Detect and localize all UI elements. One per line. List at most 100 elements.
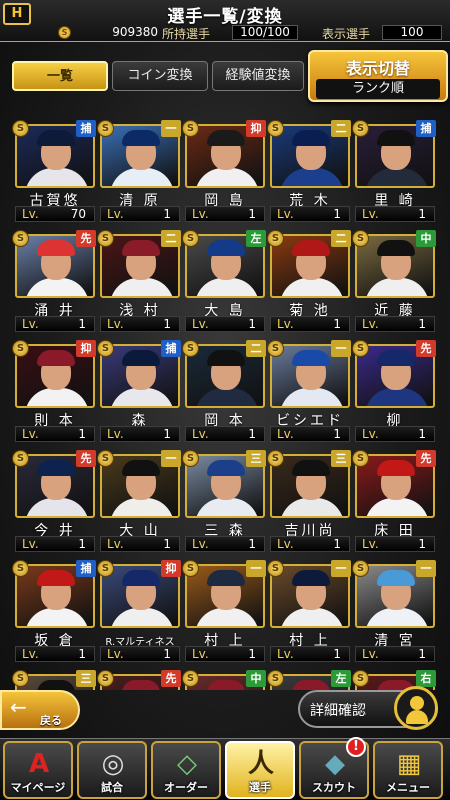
shown-players-label: 表示選手 <box>322 27 371 41</box>
level-bar: Lv. 1 <box>270 316 350 332</box>
level-label: Lv. <box>362 207 379 221</box>
level-label: Lv. <box>277 207 294 221</box>
level-label: Lv. <box>22 427 39 441</box>
player-card[interactable]: S三三 森 Lv. 1 <box>182 450 266 552</box>
player-card[interactable]: S先今 井 Lv. 1 <box>12 450 96 552</box>
player-cap <box>377 350 415 366</box>
player-card[interactable]: S一大 山 Lv. 1 <box>97 450 181 552</box>
player-card[interactable]: S 先柳 Lv. 1 <box>352 340 436 442</box>
nav-menu[interactable]: ▦ メニュー <box>373 741 443 799</box>
player-cap <box>292 460 330 476</box>
player-uniform <box>25 168 89 186</box>
player-cap <box>37 350 75 366</box>
player-uniform <box>195 168 259 186</box>
level-bar: Lv. 1 <box>355 536 435 552</box>
level-value: 1 <box>333 427 341 441</box>
coin-icon: S <box>12 450 29 467</box>
player-cap <box>377 240 415 256</box>
player-card[interactable]: S抑岡 島 Lv. 1 <box>182 120 266 222</box>
menu-icon: ▦ <box>396 749 422 779</box>
coin-icon: S <box>182 670 199 687</box>
position-badge: 先 <box>416 450 436 467</box>
tab-coin-convert[interactable]: コイン変換 <box>112 61 208 91</box>
level-value: 1 <box>418 537 426 551</box>
level-bar: Lv. 70 <box>15 206 95 222</box>
player-card[interactable]: S中近 藤 Lv. 1 <box>352 230 436 332</box>
player-card[interactable]: S 捕古賀悠 Lv. 70 <box>12 120 96 222</box>
player-card[interactable]: S一村 上 Lv. 1 <box>182 560 266 662</box>
player-cap <box>377 130 415 146</box>
position-badge: 一 <box>331 560 351 577</box>
coin-icon: S <box>182 230 199 247</box>
coin-icon: S <box>182 560 199 577</box>
player-card[interactable]: S一村 上 Lv. 1 <box>267 560 351 662</box>
player-card[interactable]: S捕坂 倉 Lv. 1 <box>12 560 96 662</box>
player-card[interactable]: S 抑 R.マルティネス Lv. 1 <box>97 560 181 662</box>
position-badge: 二 <box>331 230 351 247</box>
position-badge: 一 <box>161 450 181 467</box>
coin-icon: S <box>182 450 199 467</box>
player-uniform <box>110 608 174 626</box>
player-card[interactable]: S一清 原 Lv. 1 <box>97 120 181 222</box>
detail-check-button[interactable]: 詳細確認 <box>298 686 438 730</box>
players-icon: 人 <box>247 749 274 779</box>
player-cap <box>292 130 330 146</box>
level-value: 1 <box>78 647 86 661</box>
position-badge: 三 <box>246 450 266 467</box>
player-card[interactable]: S中辰 己 <box>182 670 266 690</box>
player-card[interactable]: S 一ビシエド Lv. 1 <box>267 340 351 442</box>
position-badge: 先 <box>416 340 436 357</box>
player-card[interactable]: S二浅 村 Lv. 1 <box>97 230 181 332</box>
level-bar: Lv. 1 <box>185 316 265 332</box>
player-card[interactable]: S左大 島 Lv. 1 <box>182 230 266 332</box>
player-cap <box>37 460 75 476</box>
notification-badge: ! <box>346 737 366 757</box>
back-button[interactable]: ← 戻る <box>0 690 80 730</box>
player-uniform <box>110 388 174 406</box>
coin-icon: S <box>58 26 71 39</box>
coin-icon: S <box>182 120 199 137</box>
player-card[interactable]: S抑則 本 Lv. 1 <box>12 340 96 442</box>
nav-game[interactable]: ◎ 試合 <box>77 741 147 799</box>
level-value: 1 <box>333 317 341 331</box>
level-value: 1 <box>78 427 86 441</box>
level-bar: Lv. 1 <box>185 426 265 442</box>
player-card[interactable]: S一清 宮 Lv. 1 <box>352 560 436 662</box>
player-cap <box>377 570 415 586</box>
position-badge: 一 <box>246 560 266 577</box>
coin-icon: S <box>352 450 369 467</box>
level-label: Lv. <box>277 647 294 661</box>
player-card[interactable]: S二岡 本 Lv. 1 <box>182 340 266 442</box>
player-card[interactable]: S左渡邊佳明 <box>267 670 351 690</box>
coin-icon: S <box>182 340 199 357</box>
level-bar: Lv. 1 <box>15 646 95 662</box>
player-card[interactable]: S二菊 池 Lv. 1 <box>267 230 351 332</box>
player-card[interactable]: S二荒 木 Lv. 1 <box>267 120 351 222</box>
nav-mypage[interactable]: A マイページ <box>3 741 73 799</box>
player-card[interactable]: S先床 田 Lv. 1 <box>352 450 436 552</box>
coin-icon: S <box>97 120 114 137</box>
display-toggle-button[interactable]: 表示切替 ランク順 <box>308 50 448 102</box>
player-uniform <box>25 498 89 516</box>
sort-order-label: ランク順 <box>316 79 440 99</box>
nav-order[interactable]: ◇ オーダー <box>151 741 221 799</box>
level-label: Lv. <box>107 317 124 331</box>
player-card[interactable]: S 捕森 Lv. 1 <box>97 340 181 442</box>
player-uniform <box>110 168 174 186</box>
tab-exp-convert[interactable]: 経験値変換 <box>212 61 304 91</box>
player-card[interactable]: S三 <box>12 670 96 690</box>
level-bar: Lv. 1 <box>100 426 180 442</box>
player-card[interactable]: S 三吉川尚 Lv. 1 <box>267 450 351 552</box>
player-cap <box>292 680 330 690</box>
level-value: 1 <box>163 537 171 551</box>
tab-list[interactable]: 一覧 <box>12 61 108 91</box>
position-badge: 一 <box>161 120 181 137</box>
player-card[interactable]: S先涌 井 Lv. 1 <box>12 230 96 332</box>
nav-players[interactable]: 人 選手 <box>225 741 295 799</box>
level-bar: Lv. 1 <box>355 646 435 662</box>
nav-scout[interactable]: ◆ スカウト ! <box>299 737 369 799</box>
player-card[interactable]: S先本 格 <box>97 670 181 690</box>
player-card[interactable]: S捕里 崎 Lv. 1 <box>352 120 436 222</box>
position-badge: 抑 <box>161 560 181 577</box>
level-bar: Lv. 1 <box>185 536 265 552</box>
